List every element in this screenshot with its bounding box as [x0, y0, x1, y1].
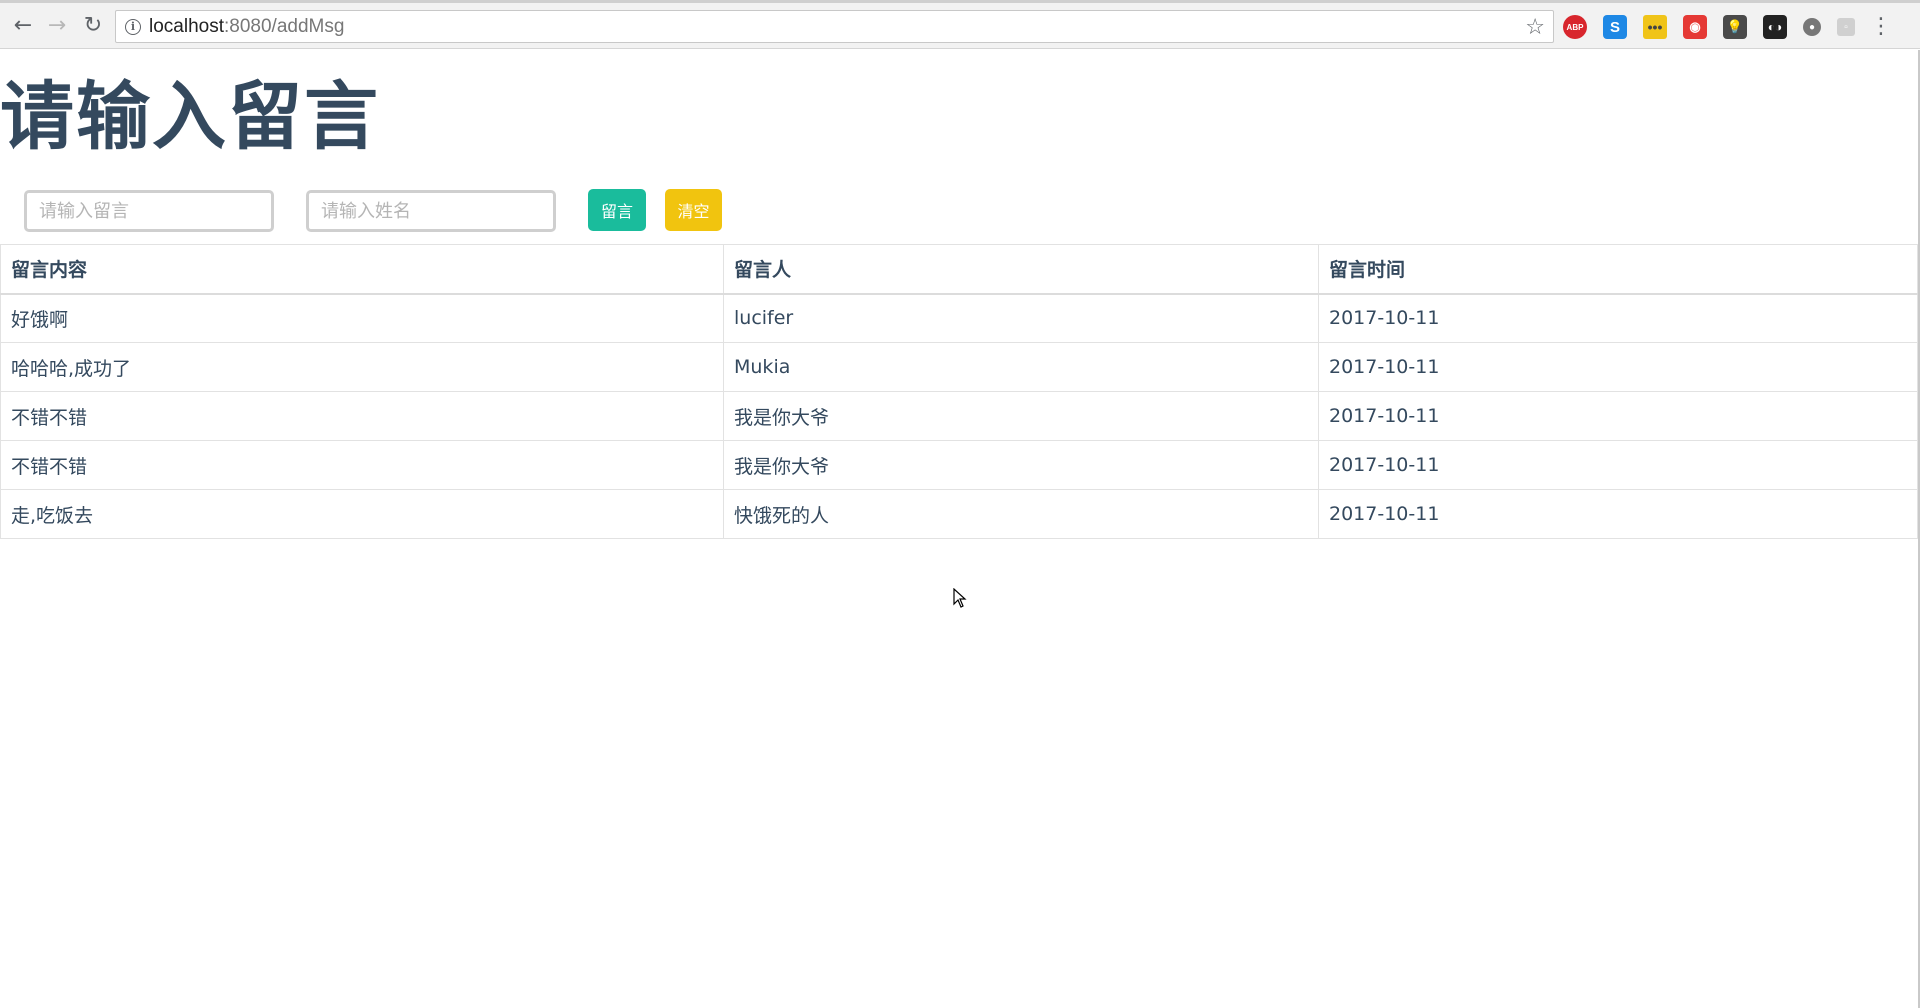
password-manager-icon[interactable]: •••: [1643, 15, 1667, 39]
header-content: 留言内容: [0, 244, 724, 295]
cell-author: 我是你大爷: [723, 391, 1319, 441]
cell-content: 不错不错: [0, 391, 724, 441]
submit-message-button[interactable]: 留言: [588, 189, 646, 231]
lightbulb-extension-icon[interactable]: 💡: [1723, 15, 1747, 39]
url-host: localhost: [149, 15, 224, 37]
message-input[interactable]: [24, 190, 274, 232]
table-row: 走,吃饭去 快饿死的人 2017-10-11: [0, 489, 1918, 539]
extensions-bar: ABP S ••• ◉ 💡 ◐◑ ● ▫ ⋮: [1563, 14, 1892, 40]
cell-author: 我是你大爷: [723, 440, 1319, 490]
name-input[interactable]: [306, 190, 556, 232]
url-text: localhost:8080/addMsg: [149, 16, 344, 38]
cell-time: 2017-10-11: [1318, 440, 1918, 490]
gray-extension-icon[interactable]: ▫: [1837, 18, 1855, 36]
pin-extension-icon[interactable]: ●: [1803, 18, 1821, 36]
table-row: 好饿啊 lucifer 2017-10-11: [0, 293, 1918, 343]
back-arrow-icon[interactable]: ←: [8, 11, 38, 41]
page-title: 请输入留言: [0, 74, 380, 160]
cell-time: 2017-10-11: [1318, 391, 1918, 441]
cell-time: 2017-10-11: [1318, 489, 1918, 539]
cell-content: 走,吃饭去: [0, 489, 724, 539]
skype-extension-icon[interactable]: S: [1603, 15, 1627, 39]
header-author: 留言人: [723, 244, 1319, 295]
red-extension-icon[interactable]: ◉: [1683, 15, 1707, 39]
browser-toolbar: ← → ↻ i localhost:8080/addMsg ☆ ABP S ••…: [0, 3, 1920, 49]
cell-content: 哈哈哈,成功了: [0, 342, 724, 392]
forward-arrow-icon[interactable]: →: [42, 11, 72, 41]
cell-time: 2017-10-11: [1318, 342, 1918, 392]
url-path: :8080/addMsg: [224, 15, 345, 37]
glasses-extension-icon[interactable]: ◐◑: [1763, 15, 1787, 39]
message-table: 留言内容 留言人 留言时间 好饿啊 lucifer 2017-10-11 哈哈哈…: [0, 244, 1918, 539]
clear-button[interactable]: 清空: [665, 189, 722, 231]
table-row: 不错不错 我是你大爷 2017-10-11: [0, 440, 1918, 490]
cell-author: 快饿死的人: [723, 489, 1319, 539]
cell-author: lucifer: [723, 293, 1319, 343]
reload-icon[interactable]: ↻: [78, 11, 108, 41]
kebab-menu-icon[interactable]: ⋮: [1870, 15, 1892, 39]
table-row: 不错不错 我是你大爷 2017-10-11: [0, 391, 1918, 441]
header-time: 留言时间: [1318, 244, 1918, 295]
page-content: 请输入留言 留言 清空 留言内容 留言人 留言时间 好饿啊 lucifer 20…: [0, 50, 1918, 1008]
cell-time: 2017-10-11: [1318, 293, 1918, 343]
bookmark-star-icon[interactable]: ☆: [1525, 15, 1545, 40]
table-header-row: 留言内容 留言人 留言时间: [0, 244, 1918, 295]
cell-content: 不错不错: [0, 440, 724, 490]
address-bar[interactable]: i localhost:8080/addMsg ☆: [115, 10, 1554, 43]
mouse-cursor-icon: [953, 588, 967, 608]
table-row: 哈哈哈,成功了 Mukia 2017-10-11: [0, 342, 1918, 392]
adblock-plus-icon[interactable]: ABP: [1563, 15, 1587, 39]
info-icon[interactable]: i: [125, 18, 141, 35]
cell-content: 好饿啊: [0, 293, 724, 343]
cell-author: Mukia: [723, 342, 1319, 392]
